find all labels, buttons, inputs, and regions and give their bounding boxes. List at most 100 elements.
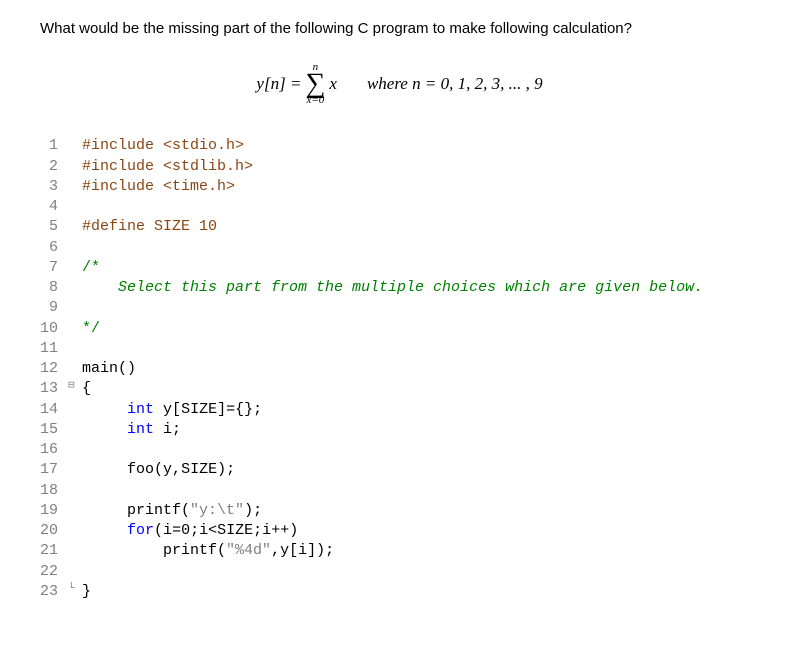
code-line[interactable]: 21 printf("%4d",y[i]);	[40, 541, 759, 561]
code-line[interactable]: 10 */	[40, 319, 759, 339]
code-token	[82, 421, 127, 438]
code-token: ;	[172, 421, 181, 438]
code-token: ()	[118, 360, 136, 377]
code-token: ;	[190, 522, 199, 539]
line-number: 5	[40, 217, 68, 237]
code-token: ,	[271, 542, 280, 559]
code-line[interactable]: 18	[40, 481, 759, 501]
code-content[interactable]: main()	[82, 359, 136, 379]
line-number: 13	[40, 379, 68, 399]
code-line[interactable]: 8 Select this part from the multiple cho…	[40, 278, 759, 298]
line-number: 11	[40, 339, 68, 359]
code-line[interactable]: 14 int y[SIZE]={};	[40, 400, 759, 420]
line-number: 14	[40, 400, 68, 420]
code-token: "%4d"	[226, 542, 271, 559]
code-token: ;	[253, 401, 262, 418]
code-token: {	[82, 380, 91, 397]
code-content[interactable]: #include <stdlib.h>	[82, 157, 253, 177]
line-number: 19	[40, 501, 68, 521]
code-token: (	[217, 542, 226, 559]
code-token: <	[208, 522, 217, 539]
code-line[interactable]: 19 printf("y:\t");	[40, 501, 759, 521]
code-line[interactable]: 20 for(i=0;i<SIZE;i++)	[40, 521, 759, 541]
code-line[interactable]: 2#include <stdlib.h>	[40, 157, 759, 177]
code-token: y	[163, 461, 172, 478]
sigma-var: x	[329, 74, 337, 94]
code-line[interactable]: 6	[40, 238, 759, 258]
code-token: [	[172, 401, 181, 418]
code-token: )	[289, 522, 298, 539]
sigma-bottom: x=0	[307, 95, 325, 106]
fold-marker[interactable]: ⊟	[68, 379, 82, 394]
code-line[interactable]: 16	[40, 440, 759, 460]
code-content[interactable]: }	[82, 582, 91, 602]
code-line[interactable]: 7/*	[40, 258, 759, 278]
code-content[interactable]: for(i=0;i<SIZE;i++)	[82, 521, 298, 541]
code-line[interactable]: 17 foo(y,SIZE);	[40, 460, 759, 480]
code-token: ,	[172, 461, 181, 478]
code-token: */	[82, 320, 100, 337]
code-content[interactable]: printf("%4d",y[i]);	[82, 541, 334, 561]
code-token: i	[154, 421, 172, 438]
line-number: 1	[40, 136, 68, 156]
code-line[interactable]: 3 #include <time.h>	[40, 177, 759, 197]
code-content[interactable]: #include <stdio.h>	[82, 136, 244, 156]
code-content[interactable]: int i;	[82, 420, 181, 440]
code-line[interactable]: 9	[40, 298, 759, 318]
code-line[interactable]: 5 #define SIZE 10	[40, 217, 759, 237]
line-number: 3	[40, 177, 68, 197]
code-token: ]	[217, 401, 226, 418]
sigma-icon: ∑	[305, 73, 325, 95]
code-token: [	[289, 542, 298, 559]
fold-marker[interactable]: └	[68, 582, 82, 597]
code-token: Select this part from the multiple choic…	[82, 279, 703, 296]
code-token: ++	[271, 522, 289, 539]
code-token: SIZE	[217, 522, 253, 539]
code-line[interactable]: 13⊟{	[40, 379, 759, 399]
code-content[interactable]: #include <time.h>	[82, 177, 235, 197]
code-token: ;	[325, 542, 334, 559]
code-line[interactable]: 15 int i;	[40, 420, 759, 440]
code-token: SIZE	[181, 461, 217, 478]
code-token: "y:\t"	[190, 502, 244, 519]
code-token: y	[280, 542, 289, 559]
code-token: main	[82, 360, 118, 377]
code-token: #include	[82, 137, 163, 154]
code-token: int	[127, 401, 154, 418]
code-content[interactable]: printf("y:\t");	[82, 501, 262, 521]
code-line[interactable]: 23└}	[40, 582, 759, 602]
code-token: )	[244, 502, 253, 519]
code-token: #include	[82, 158, 163, 175]
code-token: int	[127, 421, 154, 438]
code-content[interactable]: #define SIZE 10	[82, 217, 217, 237]
code-content[interactable]: /*	[82, 258, 100, 278]
code-token: #include	[82, 178, 163, 195]
code-token: ;	[253, 502, 262, 519]
code-token: =	[226, 401, 235, 418]
code-token: /*	[82, 259, 100, 276]
code-token: y	[154, 401, 172, 418]
code-content[interactable]: {	[82, 379, 91, 399]
formula: y[n] = n ∑ x=0 x where n = 0, 1, 2, 3, .…	[40, 62, 759, 106]
line-number: 10	[40, 319, 68, 339]
code-line[interactable]: 11	[40, 339, 759, 359]
line-number: 4	[40, 197, 68, 217]
code-content[interactable]: int y[SIZE]={};	[82, 400, 262, 420]
code-line[interactable]: 4	[40, 197, 759, 217]
question-text: What would be the missing part of the fo…	[40, 20, 759, 37]
code-token: 0	[181, 522, 190, 539]
code-content[interactable]: */	[82, 319, 100, 339]
code-token	[82, 401, 127, 418]
code-editor[interactable]: 1 #include <stdio.h>2#include <stdlib.h>3…	[40, 136, 759, 602]
code-content[interactable]: Select this part from the multiple choic…	[82, 278, 703, 298]
code-line[interactable]: 1 #include <stdio.h>	[40, 136, 759, 156]
code-content[interactable]: foo(y,SIZE);	[82, 460, 235, 480]
code-token: printf	[82, 502, 181, 519]
code-line[interactable]: 12main()	[40, 359, 759, 379]
code-token: <time.h>	[163, 178, 235, 195]
code-token: SIZE	[181, 401, 217, 418]
code-line[interactable]: 22	[40, 562, 759, 582]
line-number: 8	[40, 278, 68, 298]
code-token: (	[181, 502, 190, 519]
code-token: {}	[235, 401, 253, 418]
